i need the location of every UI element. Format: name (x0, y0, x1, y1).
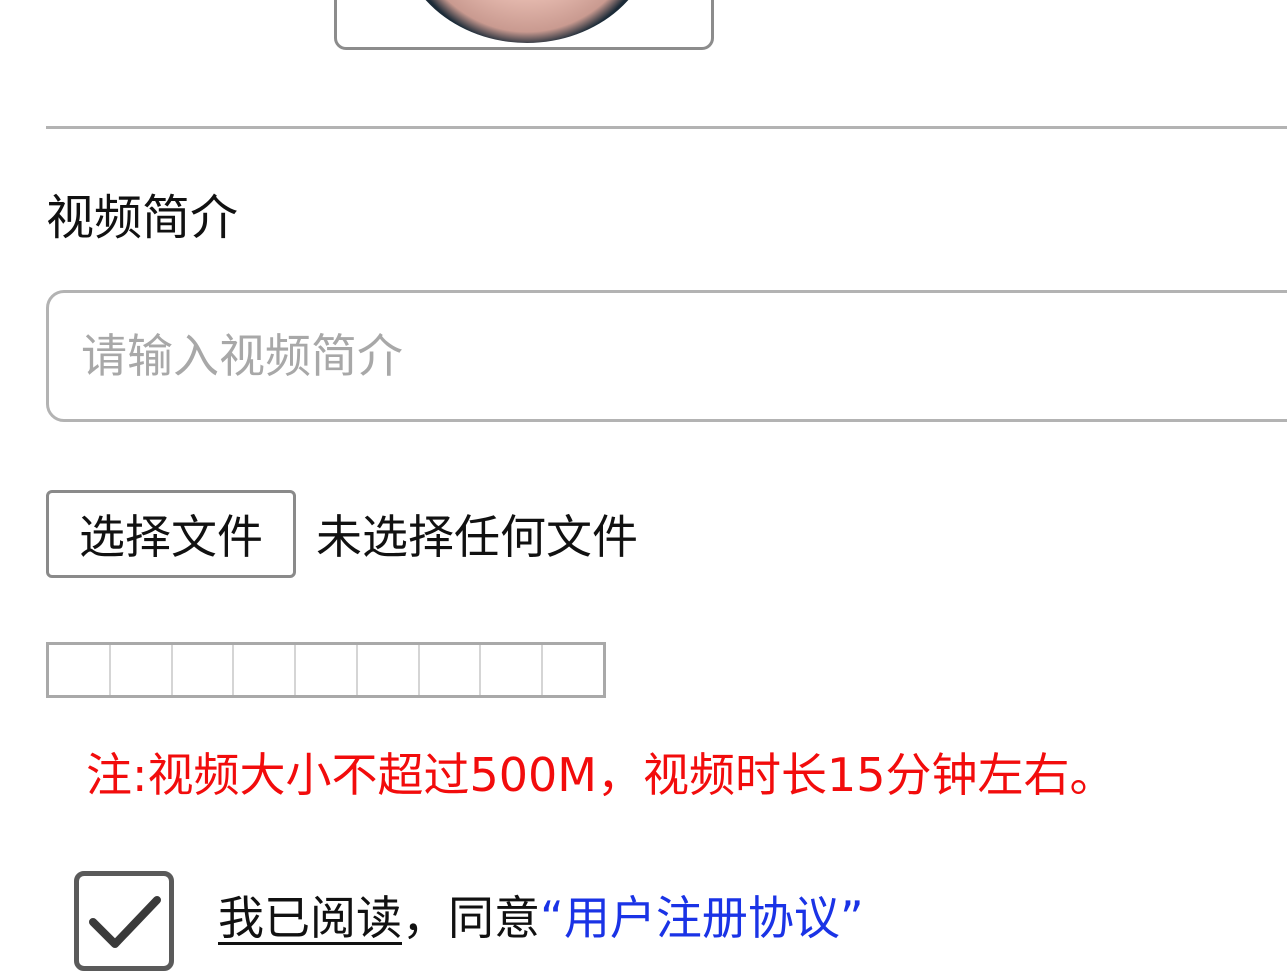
user-agreement-link[interactable]: 用户注册协议 (564, 891, 840, 945)
intro-label: 视频简介 (46, 190, 239, 246)
avatar (397, 0, 657, 43)
agree-read-label[interactable]: 我已阅读 (218, 891, 402, 945)
file-status: 未选择任何文件 (316, 510, 638, 564)
progress-segment (358, 645, 420, 695)
progress-segment (296, 645, 358, 695)
close-quote: ” (839, 891, 864, 945)
progress-segment (111, 645, 173, 695)
choose-file-button[interactable]: 选择文件 (46, 490, 296, 578)
upload-note: 注:视频大小不超过500M，视频时长15分钟左右。 (86, 748, 1116, 802)
progress-segment (543, 645, 603, 695)
agreement-row: 我已阅读，同意“用户注册协议” (74, 870, 864, 971)
progress-segment (420, 645, 482, 695)
progress-segment (173, 645, 235, 695)
file-picker: 选择文件 未选择任何文件 (46, 490, 638, 578)
upload-progress-bar (46, 642, 606, 698)
open-quote: “ (540, 891, 564, 945)
intro-input[interactable] (46, 290, 1287, 422)
checkmark-icon (89, 896, 161, 948)
divider (46, 126, 1287, 129)
progress-segment (49, 645, 111, 695)
cover-image-frame[interactable] (334, 0, 714, 50)
agree-checkbox[interactable] (74, 871, 174, 971)
agree-comma: ，同意 (402, 891, 540, 945)
progress-segment (234, 645, 297, 695)
progress-segment (481, 645, 544, 695)
agreement-text: 我已阅读，同意“用户注册协议” (218, 882, 864, 948)
